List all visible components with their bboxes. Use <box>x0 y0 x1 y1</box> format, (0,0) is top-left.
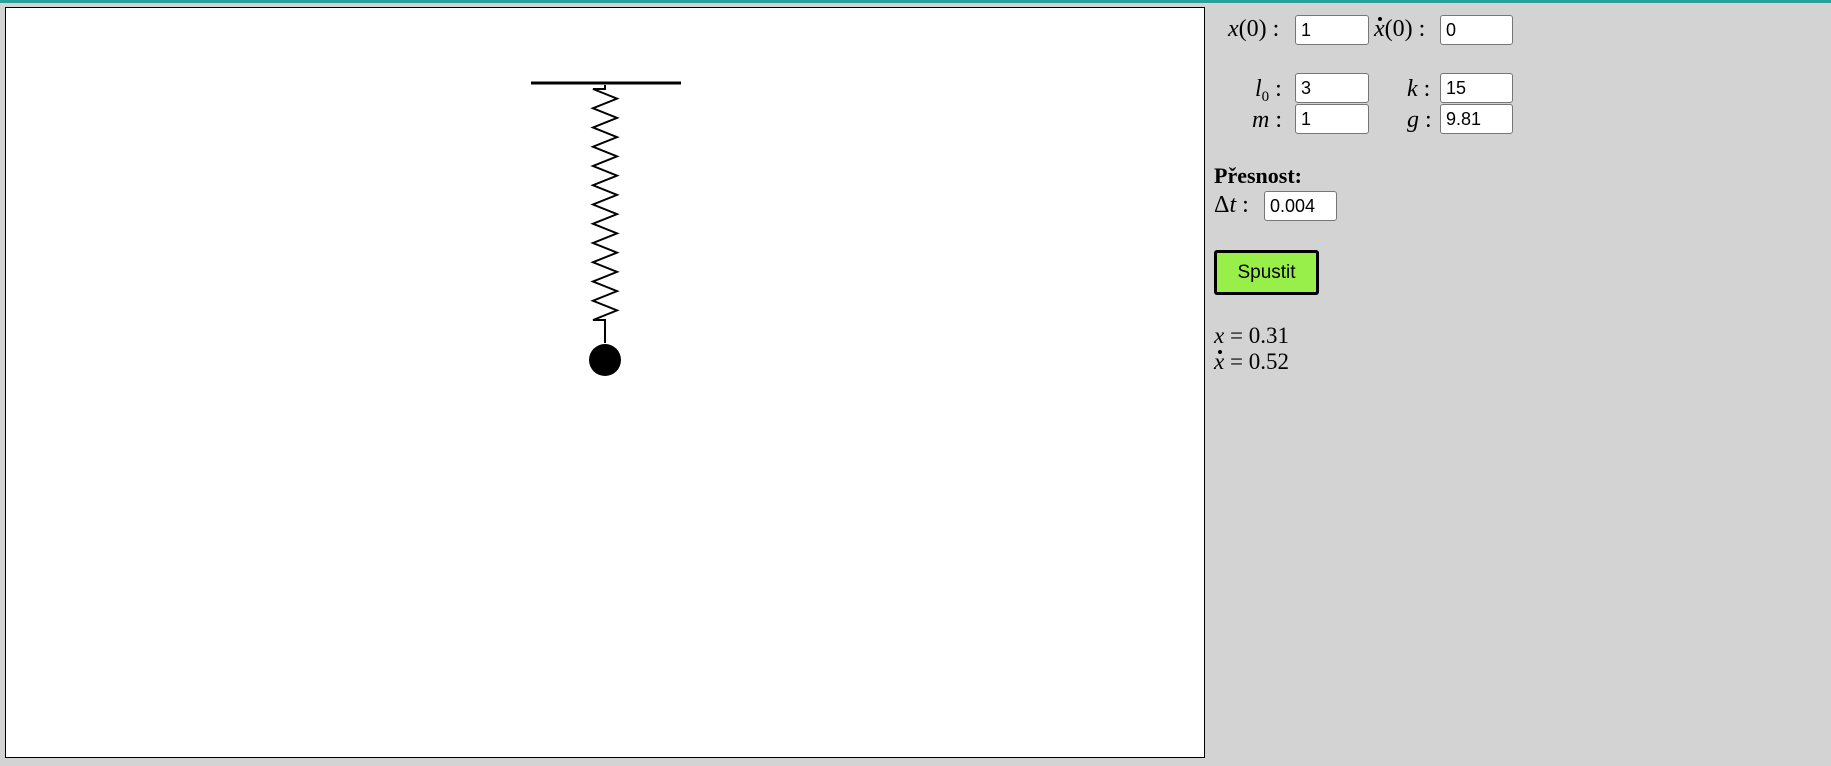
precision-heading: Přesnost: <box>1214 163 1302 188</box>
simulation-canvas <box>5 7 1205 758</box>
dt-label: Δt: <box>1214 192 1249 218</box>
velocity-readout: x = 0.52 <box>1214 349 1289 374</box>
x0-input[interactable] <box>1295 15 1369 45</box>
x0-label: x(0): <box>1228 16 1280 42</box>
g-label: g: <box>1407 107 1432 133</box>
dt-input[interactable] <box>1264 191 1337 221</box>
mass-bob <box>589 344 621 376</box>
v0-label: x(0): <box>1374 16 1426 42</box>
g-input[interactable] <box>1440 104 1513 134</box>
l0-input[interactable] <box>1295 73 1369 103</box>
spring-coil <box>590 85 620 326</box>
control-panel: x(0): x(0): l0: k: m: g: Přesnost: Δt: S… <box>1214 0 1831 766</box>
m-label: m: <box>1252 107 1283 133</box>
m-input[interactable] <box>1295 104 1369 134</box>
v0-input[interactable] <box>1440 15 1513 45</box>
k-input[interactable] <box>1440 73 1513 103</box>
run-button[interactable]: Spustit <box>1214 250 1319 295</box>
simulation-drawing <box>531 81 681 376</box>
position-readout: x = 0.31 <box>1214 323 1289 348</box>
k-label: k: <box>1407 76 1431 102</box>
